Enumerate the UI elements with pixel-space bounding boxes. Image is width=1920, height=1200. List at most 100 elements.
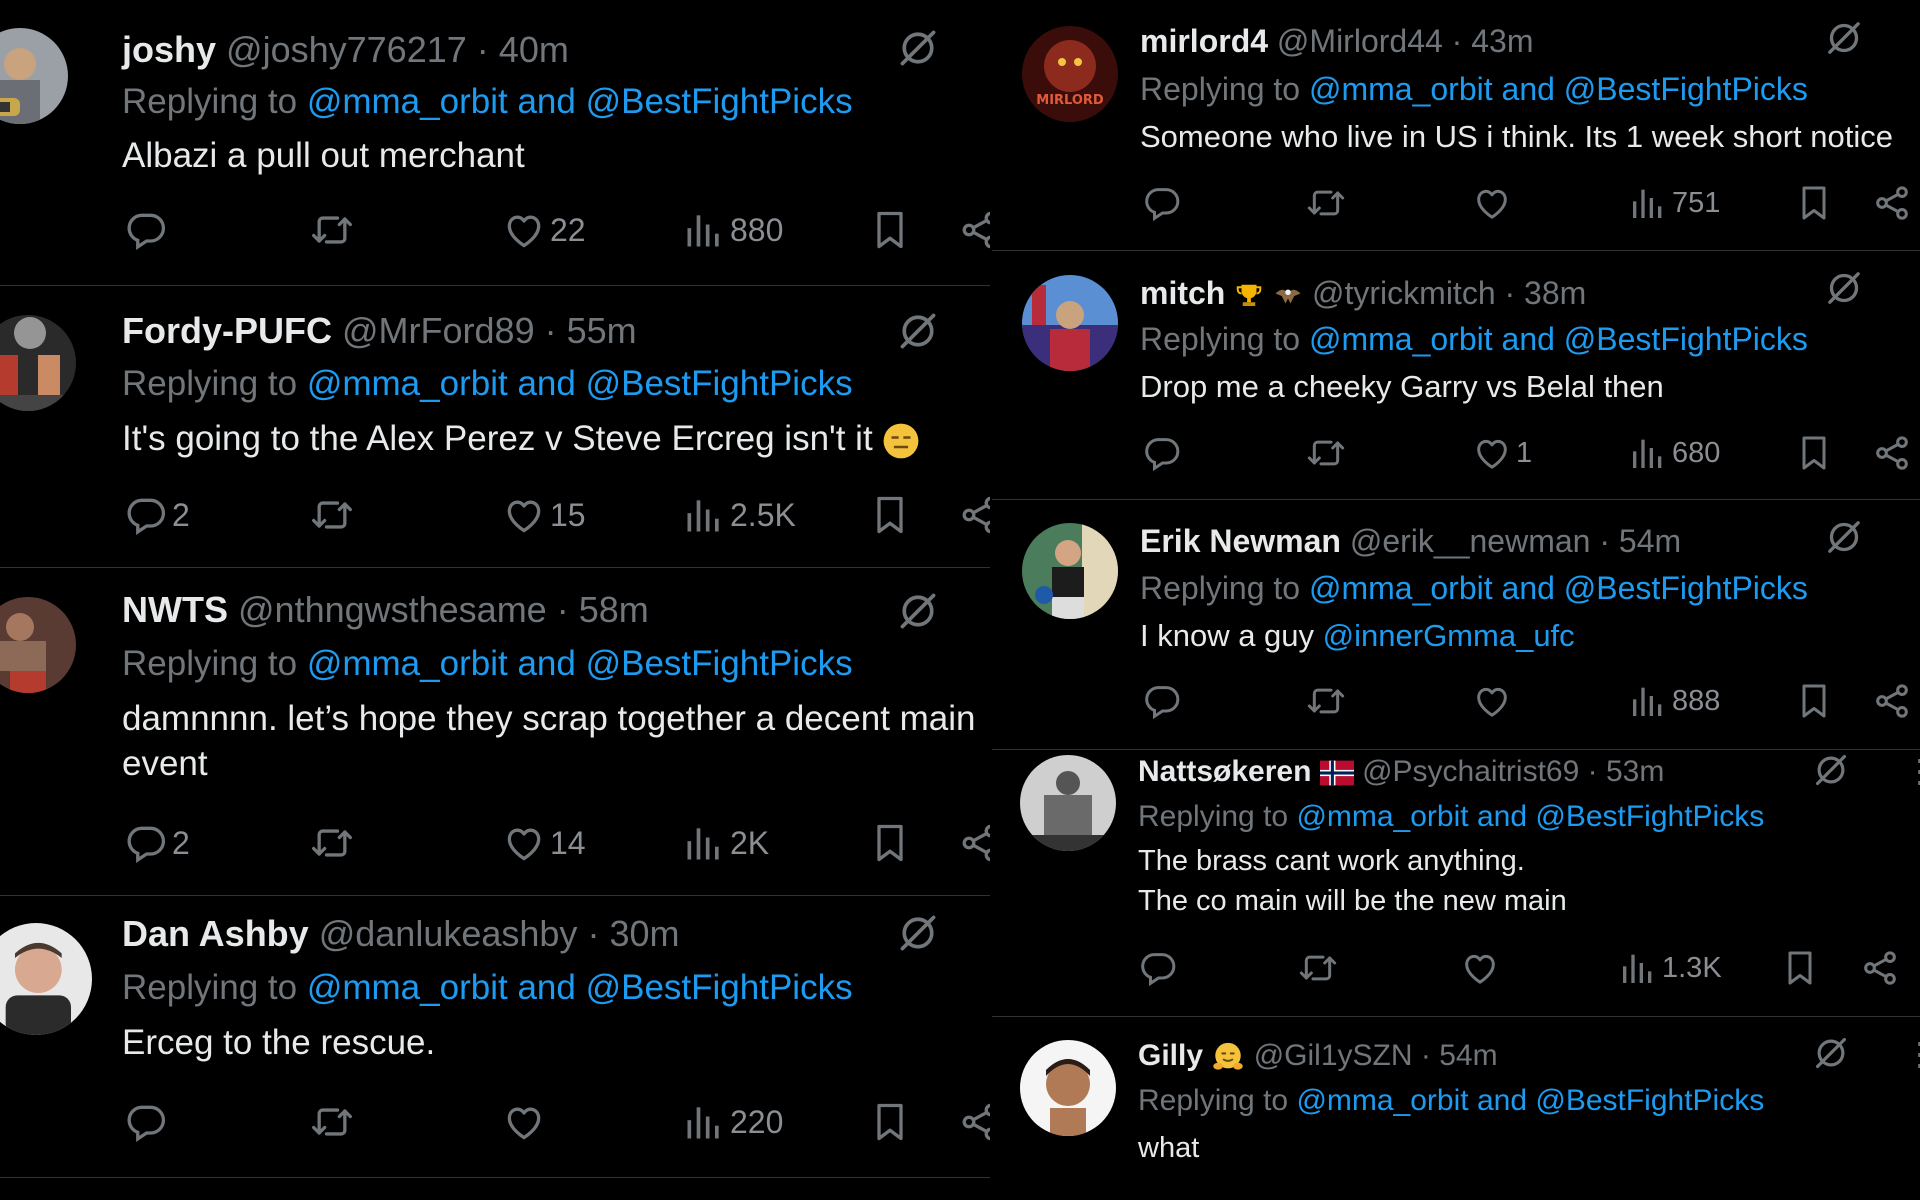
like-button[interactable]: 15 xyxy=(502,490,586,540)
grok-icon[interactable] xyxy=(896,911,940,955)
views-button[interactable]: 880 xyxy=(682,205,783,255)
avatar[interactable] xyxy=(1020,755,1116,851)
mention-link[interactable]: @mma_orbit xyxy=(307,644,508,683)
like-button[interactable] xyxy=(1472,178,1516,228)
views-button[interactable]: 220 xyxy=(682,1097,783,1147)
mention-link[interactable]: @BestFightPicks xyxy=(586,644,853,683)
repost-button[interactable] xyxy=(310,818,358,868)
mention-link[interactable]: @mma_orbit xyxy=(1309,570,1493,606)
like-button[interactable] xyxy=(502,1097,550,1147)
user-handle[interactable]: @joshy776217 xyxy=(226,29,467,70)
avatar[interactable] xyxy=(1022,523,1118,619)
avatar[interactable] xyxy=(0,597,76,693)
views-button[interactable]: 2K xyxy=(682,818,769,868)
share-button[interactable] xyxy=(1872,178,1912,228)
repost-button[interactable] xyxy=(1306,676,1350,726)
reply-tweet[interactable]: Gilly @Gil1ySZN · 54m ⋮ Replying to @mma… xyxy=(992,1016,1920,1200)
timestamp[interactable]: 54m xyxy=(1619,523,1681,559)
display-name[interactable]: NWTS xyxy=(122,589,228,630)
mention-link[interactable]: @BestFightPicks xyxy=(586,364,853,403)
like-button[interactable]: 22 xyxy=(502,205,586,255)
share-button[interactable] xyxy=(958,490,992,540)
bookmark-button[interactable] xyxy=(1780,943,1820,993)
avatar[interactable] xyxy=(0,923,92,1035)
share-button[interactable] xyxy=(1872,428,1912,478)
mention-link[interactable]: @BestFightPicks xyxy=(1564,321,1808,357)
bookmark-button[interactable] xyxy=(868,818,912,868)
avatar[interactable]: MIRLORD xyxy=(1022,26,1118,122)
display-name[interactable]: mirlord4 xyxy=(1140,23,1268,59)
reply-tweet[interactable]: Fordy-PUFC @MrFord89 · 55m Replying to @… xyxy=(0,285,992,568)
bookmark-button[interactable] xyxy=(868,1097,912,1147)
views-button[interactable]: 1.3K xyxy=(1618,943,1722,993)
timestamp[interactable]: 55m xyxy=(567,310,637,351)
grok-icon[interactable] xyxy=(1824,517,1864,557)
reply-tweet[interactable]: Dan Ashby @danlukeashby · 30m Replying t… xyxy=(0,895,992,1178)
reply-button[interactable] xyxy=(1142,428,1186,478)
share-button[interactable] xyxy=(958,205,992,255)
bookmark-button[interactable] xyxy=(1794,178,1834,228)
mention-link[interactable]: @BestFightPicks xyxy=(1564,71,1808,107)
views-button[interactable]: 2.5K xyxy=(682,490,796,540)
grok-icon[interactable] xyxy=(1812,751,1850,789)
display-name[interactable]: Erik Newman xyxy=(1140,523,1341,559)
user-handle[interactable]: @tyrickmitch xyxy=(1312,275,1496,311)
reply-button[interactable] xyxy=(124,1097,172,1147)
reply-tweet[interactable]: NWTS @nthngwsthesame · 58m Replying to @… xyxy=(0,567,992,896)
like-button[interactable] xyxy=(1472,676,1516,726)
reply-button[interactable]: 2 xyxy=(124,490,190,540)
repost-button[interactable] xyxy=(1306,428,1350,478)
repost-button[interactable] xyxy=(310,490,358,540)
grok-icon[interactable] xyxy=(1812,1034,1850,1072)
user-handle[interactable]: @erik__newman xyxy=(1350,523,1591,559)
display-name[interactable]: Dan Ashby xyxy=(122,913,309,954)
user-handle[interactable]: @Gil1ySZN xyxy=(1254,1039,1413,1072)
bookmark-button[interactable] xyxy=(868,205,912,255)
avatar[interactable] xyxy=(0,315,76,411)
grok-icon[interactable] xyxy=(1824,18,1864,58)
mention-link[interactable]: @innerGmma_ufc xyxy=(1323,618,1575,653)
timestamp[interactable]: 40m xyxy=(499,29,569,70)
reply-button[interactable] xyxy=(124,205,172,255)
share-button[interactable] xyxy=(958,1097,992,1147)
more-icon[interactable]: ⋮ xyxy=(1904,749,1920,793)
repost-button[interactable] xyxy=(1306,178,1350,228)
grok-icon[interactable] xyxy=(896,26,940,70)
avatar[interactable] xyxy=(1022,275,1118,371)
mention-link[interactable]: @BestFightPicks xyxy=(586,82,853,121)
like-button[interactable]: 1 xyxy=(1472,428,1532,478)
timestamp[interactable]: 38m xyxy=(1524,275,1586,311)
timestamp[interactable]: 58m xyxy=(579,589,649,630)
avatar[interactable] xyxy=(1020,1040,1116,1136)
mention-link[interactable]: @mma_orbit xyxy=(1309,71,1493,107)
reply-button[interactable] xyxy=(1142,178,1186,228)
timestamp[interactable]: 54m xyxy=(1439,1039,1497,1072)
share-button[interactable] xyxy=(1860,943,1900,993)
reply-tweet[interactable]: joshy @joshy776217 · 40m Replying to @mm… xyxy=(0,0,992,286)
user-handle[interactable]: @MrFord89 xyxy=(342,310,535,351)
avatar[interactable] xyxy=(0,28,68,124)
display-name[interactable]: Nattsøkeren xyxy=(1138,755,1311,788)
mention-link[interactable]: @mma_orbit xyxy=(1296,800,1468,833)
grok-icon[interactable] xyxy=(1824,268,1864,308)
display-name[interactable]: mitch xyxy=(1140,275,1225,311)
mention-link[interactable]: @BestFightPicks xyxy=(1535,800,1764,833)
views-button[interactable]: 680 xyxy=(1628,428,1720,478)
mention-link[interactable]: @mma_orbit xyxy=(307,364,508,403)
repost-button[interactable] xyxy=(310,1097,358,1147)
reply-button[interactable]: 2 xyxy=(124,818,190,868)
user-handle[interactable]: @Psychaitrist69 xyxy=(1362,755,1579,788)
mention-link[interactable]: @BestFightPicks xyxy=(586,968,853,1007)
mention-link[interactable]: @mma_orbit xyxy=(1296,1084,1468,1117)
like-button[interactable]: 14 xyxy=(502,818,586,868)
views-button[interactable]: 751 xyxy=(1628,178,1720,228)
reply-tweet[interactable]: mitch @tyrickmitch · 38m Replying to @mm… xyxy=(992,250,1920,500)
reply-button[interactable] xyxy=(1142,676,1186,726)
mention-link[interactable]: @BestFightPicks xyxy=(1564,570,1808,606)
like-button[interactable] xyxy=(1460,943,1504,993)
views-button[interactable]: 888 xyxy=(1628,676,1720,726)
share-button[interactable] xyxy=(958,818,992,868)
display-name[interactable]: Fordy-PUFC xyxy=(122,310,332,351)
bookmark-button[interactable] xyxy=(1794,428,1834,478)
timestamp[interactable]: 53m xyxy=(1606,755,1664,788)
